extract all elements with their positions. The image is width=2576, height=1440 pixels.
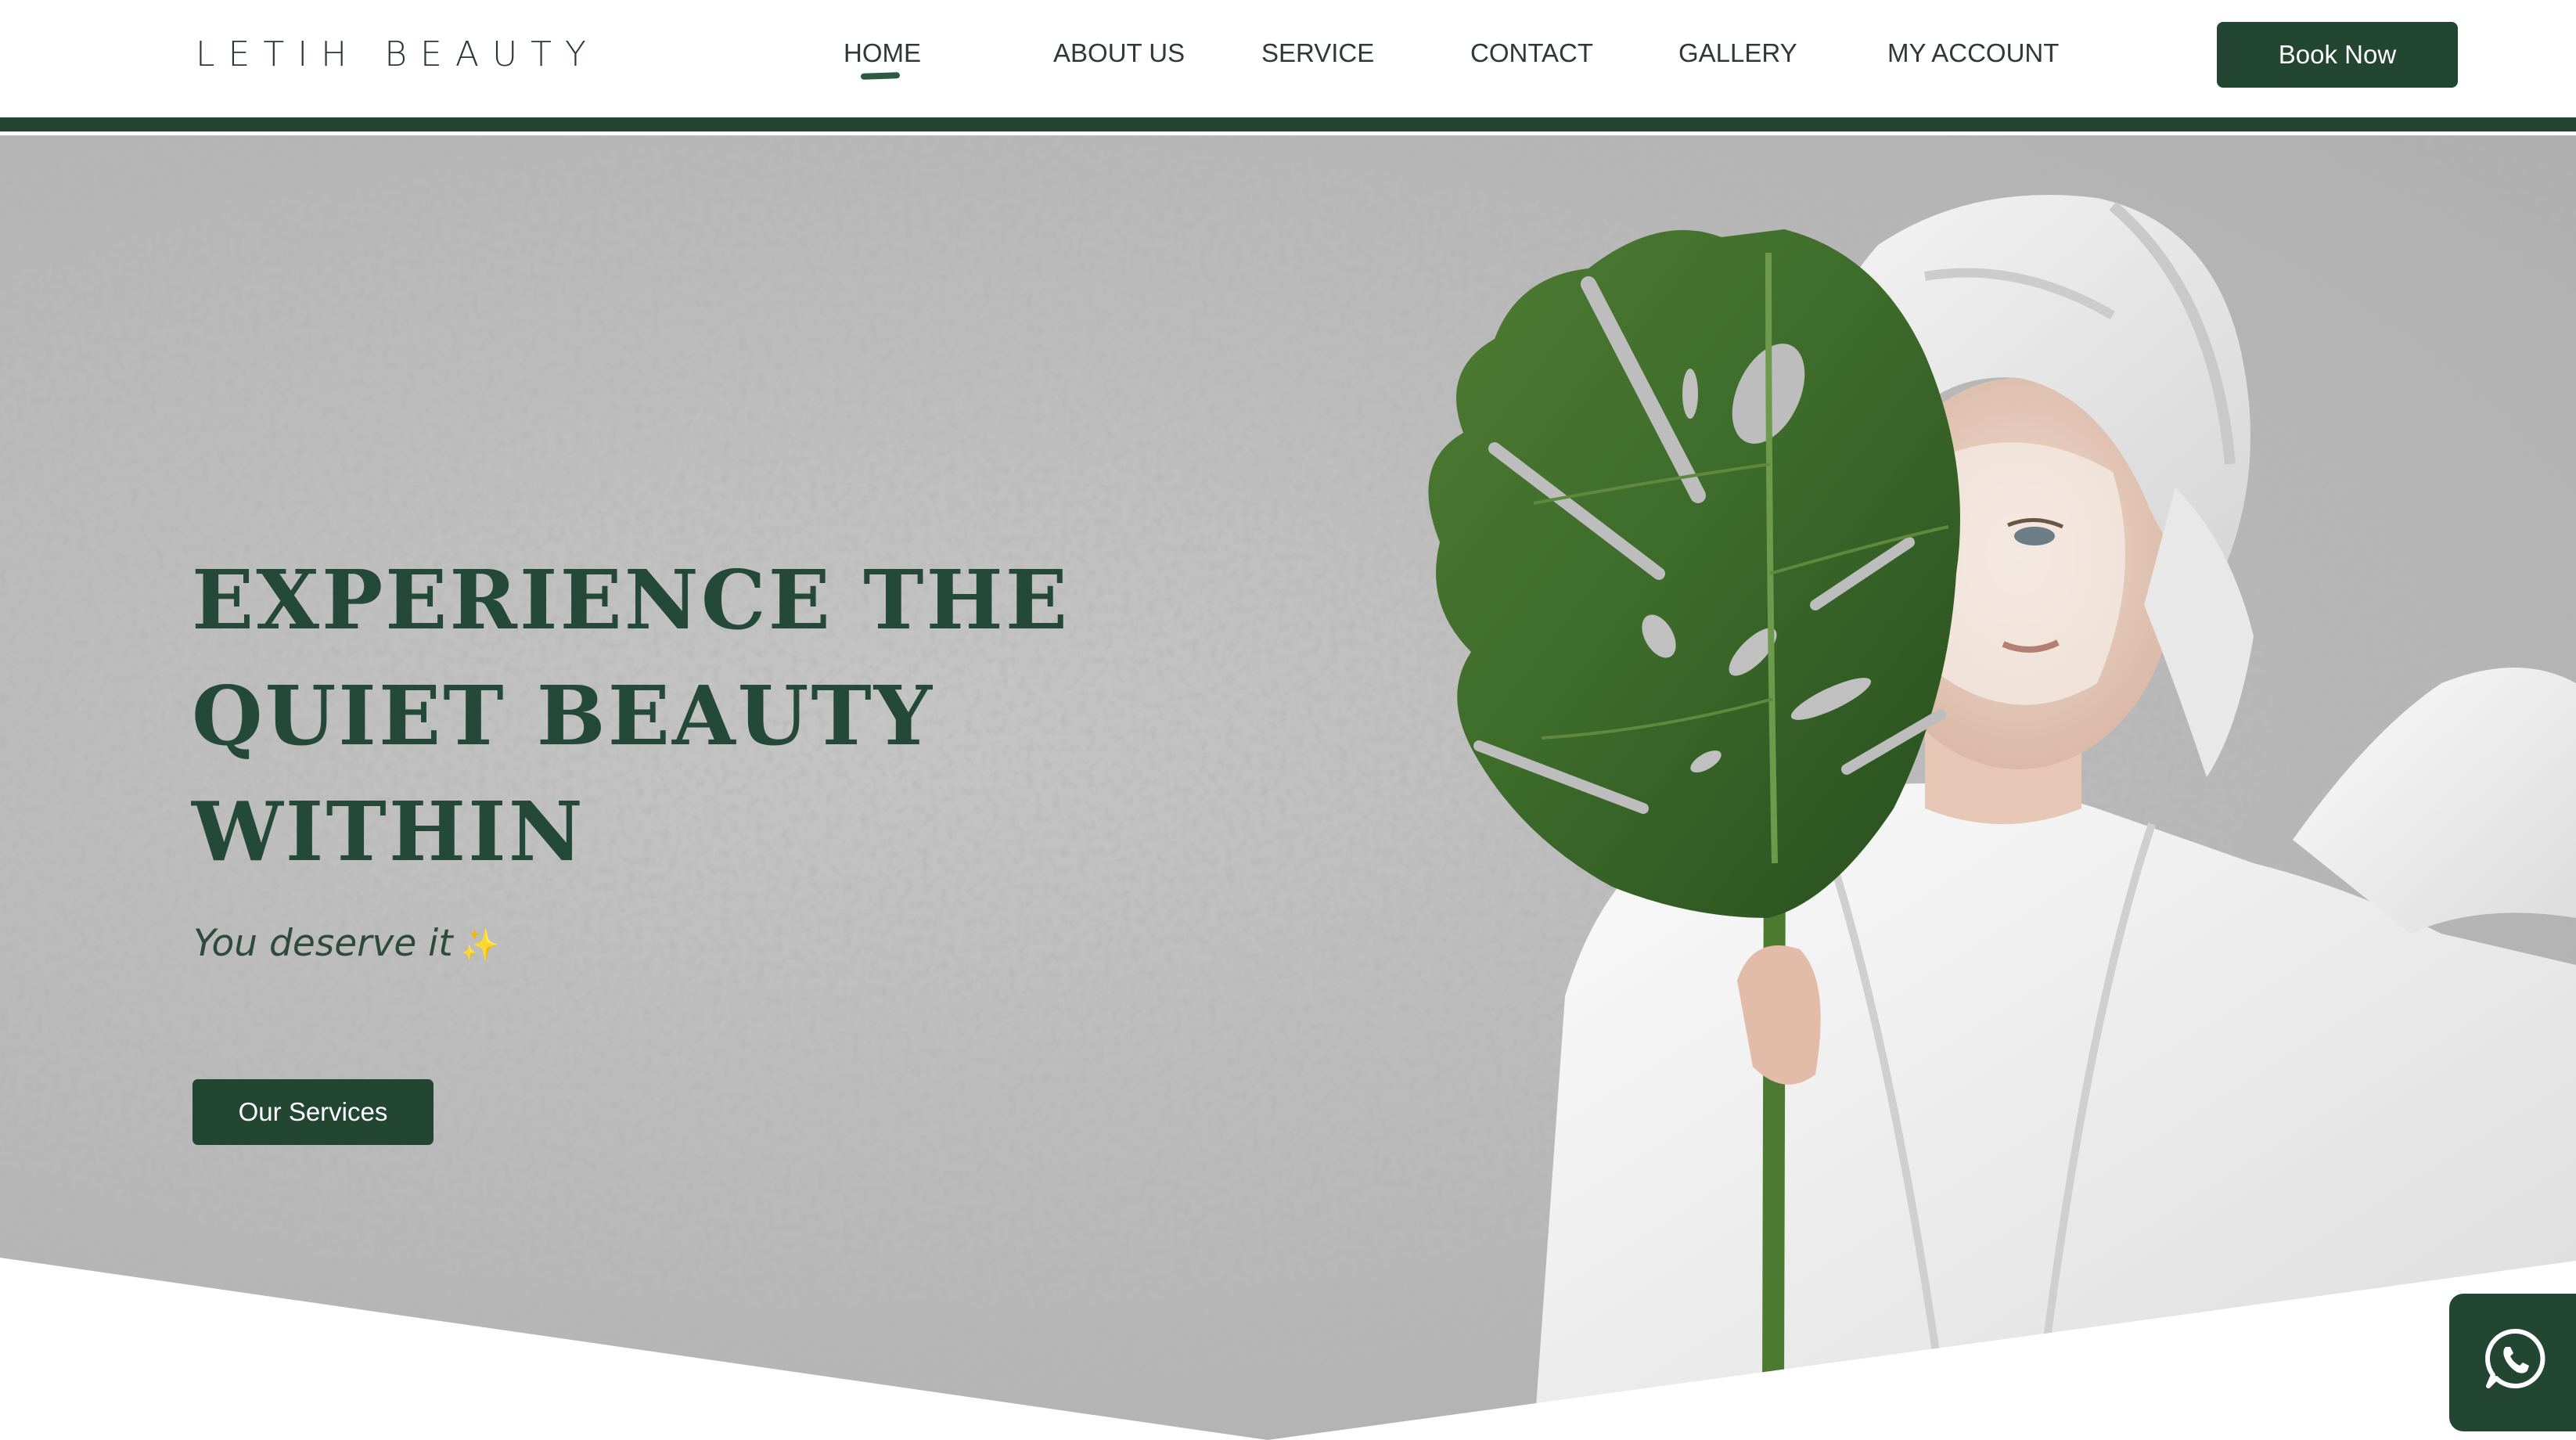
hero-title-line-1: EXPERIENCE THE	[192, 552, 1070, 648]
site-logo[interactable]: LETIH BEAUTY	[196, 31, 599, 78]
sparkles-icon: ✨	[460, 927, 500, 963]
hero-title-line-2: QUIET BEAUTY	[192, 668, 934, 764]
whatsapp-chat-button[interactable]	[2449, 1294, 2576, 1431]
site-header: LETIH BEAUTY HOME ABOUT US SERVICE CONTA…	[0, 0, 2576, 117]
nav-home[interactable]: HOME	[844, 34, 921, 72]
whatsapp-icon	[2485, 1328, 2545, 1388]
nav-about-us[interactable]: ABOUT US	[1053, 34, 1185, 72]
nav-service[interactable]: SERVICE	[1261, 34, 1374, 72]
nav-contact[interactable]: CONTACT	[1470, 34, 1593, 72]
book-now-button[interactable]: Book Now	[2217, 22, 2458, 88]
hero-title: EXPERIENCE THE QUIET BEAUTY WITHIN	[192, 542, 1209, 890]
nav-my-account[interactable]: MY ACCOUNT	[1887, 34, 2059, 72]
our-services-button[interactable]: Our Services	[192, 1079, 434, 1145]
header-accent-bar	[0, 117, 2576, 131]
hero-tagline: You deserve it ✨	[193, 922, 499, 965]
nav-gallery[interactable]: GALLERY	[1678, 34, 1797, 72]
nav-active-indicator	[860, 72, 901, 80]
hero-section: EXPERIENCE THE QUIET BEAUTY WITHIN You d…	[0, 135, 2576, 1440]
hero-title-line-3: WITHIN	[192, 783, 585, 880]
hero-tagline-text: You deserve it	[193, 922, 453, 965]
